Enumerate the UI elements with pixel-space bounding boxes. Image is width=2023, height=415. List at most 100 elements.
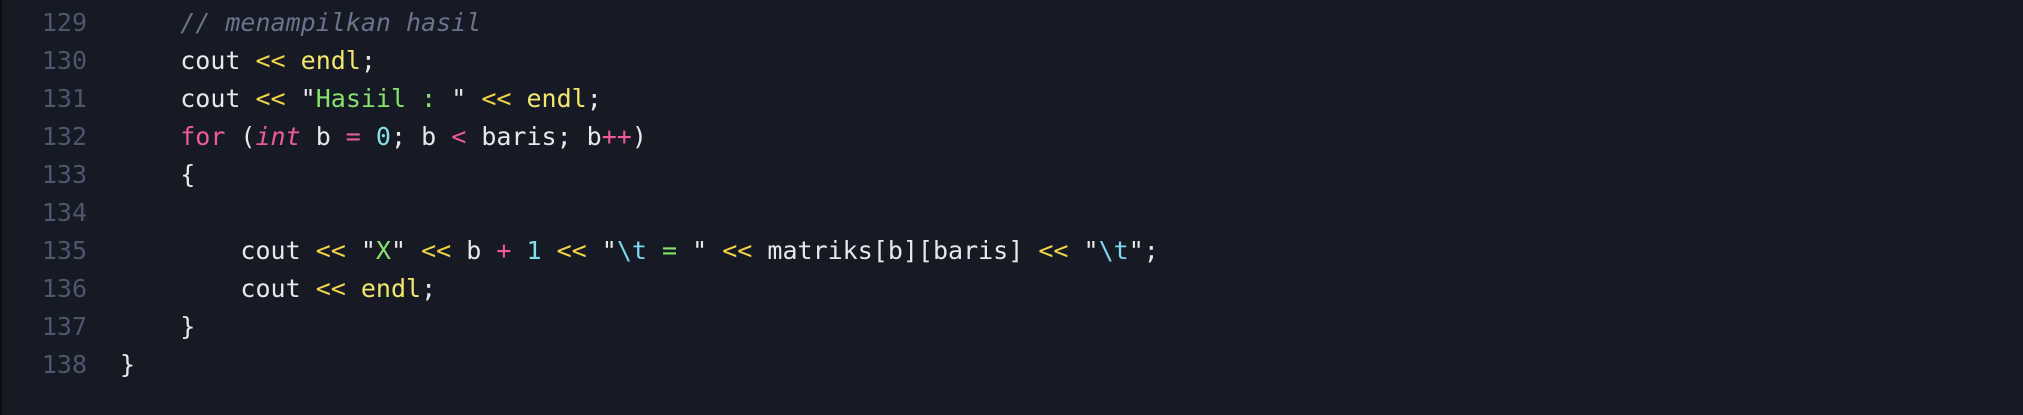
line-number: 136 xyxy=(41,274,87,303)
line-number: 129 xyxy=(41,8,87,37)
line-number: 135 xyxy=(41,236,87,265)
code-token-pinkop: = xyxy=(345,122,361,151)
code-line[interactable]: 130 cout << endl; xyxy=(2,42,2002,80)
code-token-quote: " xyxy=(360,236,376,265)
code-token-comment: // menampilkan hasil xyxy=(180,8,482,37)
code-text: cout << "X" << b + 1 << "\t = " << matri… xyxy=(120,232,1159,270)
code-token-plain: cout xyxy=(180,46,256,75)
code-text: cout << "Hasiil : " << endl; xyxy=(120,80,602,118)
code-token-plain: cout xyxy=(180,84,256,113)
code-editor[interactable]: 129 // menampilkan hasil 130 cout << endl… xyxy=(0,0,2023,415)
code-token-op: << xyxy=(255,84,286,113)
code-token-plain: ; xyxy=(360,46,376,75)
line-number: 130 xyxy=(41,46,87,75)
code-token-func: endl xyxy=(526,84,587,113)
code-token-op: << xyxy=(556,236,587,265)
line-number: 132 xyxy=(41,122,87,151)
code-token-quote: " xyxy=(300,84,316,113)
code-token-plain: } xyxy=(180,312,196,341)
code-line[interactable]: 132 for (int b = 0; b < baris; b++) xyxy=(2,118,2002,156)
line-number: 138 xyxy=(41,350,87,379)
code-text: cout << endl; xyxy=(120,270,436,308)
code-line[interactable]: 135 cout << "X" << b + 1 << "\t = " << m… xyxy=(2,232,2002,270)
code-token-plain: ; xyxy=(586,84,602,113)
code-token-plain: cout xyxy=(240,236,316,265)
code-token-number: 1 xyxy=(526,236,542,265)
code-token-op: << xyxy=(315,236,346,265)
code-token-op: << xyxy=(1038,236,1069,265)
code-token-plain: { xyxy=(180,160,196,189)
code-token-pinkop: + xyxy=(496,236,512,265)
line-number: 134 xyxy=(41,198,87,227)
code-token-plain: ; b xyxy=(390,122,452,151)
code-token-plain: baris; b xyxy=(466,122,602,151)
code-token-func: endl xyxy=(360,274,422,303)
code-token-plain: cout xyxy=(240,274,316,303)
code-token-func: endl xyxy=(300,46,361,75)
code-token-string: X xyxy=(375,236,391,265)
code-token-plain: b xyxy=(300,122,346,151)
code-text: // menampilkan hasil xyxy=(120,4,481,42)
code-token-plain: ) xyxy=(631,122,647,151)
code-line[interactable]: 134 xyxy=(2,194,2002,232)
code-token-keyword: for xyxy=(180,122,226,151)
code-text: for (int b = 0; b < baris; b++) xyxy=(120,118,647,156)
code-token-op: << xyxy=(255,46,286,75)
code-token-quote: " xyxy=(1083,236,1099,265)
line-number: 133 xyxy=(41,160,87,189)
code-token-quote: " xyxy=(601,236,617,265)
code-text: } xyxy=(120,308,195,346)
code-text: { xyxy=(120,156,195,194)
code-token-number: 0 xyxy=(375,122,391,151)
code-line[interactable]: 138} xyxy=(2,346,2002,384)
code-token-pinkop: ++ xyxy=(601,122,632,151)
code-token-plain: matriks[b][baris] xyxy=(752,236,1039,265)
code-token-plain: ; xyxy=(421,274,437,303)
line-number: 137 xyxy=(41,312,87,341)
code-token-quote: " xyxy=(692,236,708,265)
code-line[interactable]: 133 { xyxy=(2,156,2002,194)
code-token-type: int xyxy=(255,122,301,151)
code-text: } xyxy=(120,346,135,384)
line-number: 131 xyxy=(41,84,87,113)
code-token-plain: } xyxy=(120,350,136,379)
code-token-op: << xyxy=(722,236,753,265)
code-token-string: = xyxy=(646,236,693,265)
code-line[interactable]: 129 // menampilkan hasil xyxy=(2,4,2002,42)
code-token-string: Hasiil : xyxy=(315,84,452,113)
code-line[interactable]: 131 cout << "Hasiil : " << endl; xyxy=(2,80,2002,118)
code-line[interactable]: 136 cout << endl; xyxy=(2,270,2002,308)
code-token-quote: " xyxy=(1128,236,1144,265)
code-line[interactable]: 137 } xyxy=(2,308,2002,346)
code-token-plain: ; xyxy=(1143,236,1159,265)
code-token-plain: b xyxy=(451,236,497,265)
code-token-escape: \t xyxy=(616,236,647,265)
code-text: cout << endl; xyxy=(120,42,376,80)
code-token-op: << xyxy=(421,236,452,265)
code-token-escape: \t xyxy=(1098,236,1129,265)
code-token-pinkop: < xyxy=(451,122,467,151)
code-token-quote: " xyxy=(451,84,467,113)
code-token-op: << xyxy=(481,84,512,113)
code-token-op: << xyxy=(315,274,346,303)
